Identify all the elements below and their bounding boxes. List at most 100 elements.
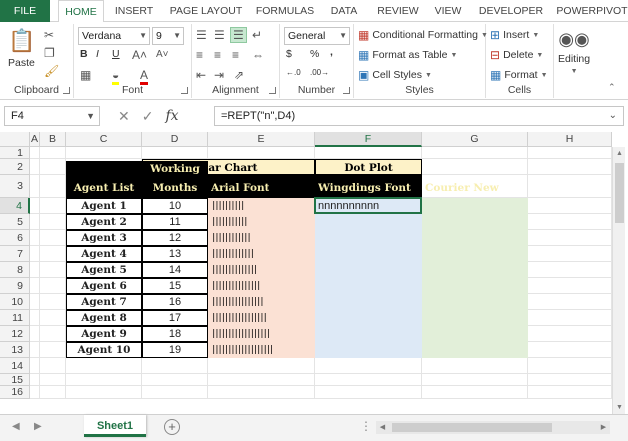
table-row-courier[interactable] — [422, 214, 528, 230]
row-header-7[interactable]: 7 — [0, 246, 30, 262]
tab-view[interactable]: VIEW — [430, 0, 466, 22]
row-header-4[interactable]: 4 — [0, 198, 30, 214]
row-header-10[interactable]: 10 — [0, 294, 30, 310]
table-row-agent[interactable]: Agent 4 — [66, 246, 142, 262]
table-row-months[interactable]: 14 — [142, 262, 208, 278]
table-row-wingdings[interactable] — [315, 230, 422, 246]
fill-color-icon[interactable]: ◒ — [112, 68, 120, 85]
band-dot-plot[interactable]: Dot Plot — [315, 159, 422, 175]
table-row-months[interactable]: 12 — [142, 230, 208, 246]
header-courier-new[interactable]: Courier New — [425, 182, 499, 194]
table-row-courier[interactable] — [422, 198, 528, 214]
tab-home[interactable]: HOME — [58, 0, 104, 23]
table-row-wingdings[interactable] — [315, 326, 422, 342]
formula-input[interactable]: =REPT("n",D4) ⌄ — [214, 106, 624, 126]
table-row-months[interactable]: 18 — [142, 326, 208, 342]
table-row-months[interactable]: 16 — [142, 294, 208, 310]
table-row-courier[interactable] — [422, 310, 528, 326]
active-cell-f4[interactable] — [314, 197, 422, 214]
table-row-agent[interactable]: Agent 1 — [66, 198, 142, 214]
row-header-14[interactable]: 14 — [0, 358, 30, 374]
paste-button[interactable]: 📋 Paste — [8, 28, 35, 69]
tab-insert[interactable]: INSERT — [110, 0, 158, 22]
conditional-formatting-button[interactable]: ▦ Conditional Formatting ▼ — [358, 28, 488, 42]
worksheet-grid[interactable]: A B C D E F G H 1 2 3 4 5 6 7 8 9 10 11 12 13 14 15 16 Bar Chart… — [0, 132, 628, 414]
name-box[interactable]: F4 ▼ — [4, 106, 100, 126]
cancel-icon[interactable]: ✕ — [118, 108, 130, 125]
tab-split-icon[interactable]: ⋮ — [360, 419, 372, 433]
alignment-launcher-icon[interactable] — [269, 87, 276, 94]
tab-developer[interactable]: DEVELOPER — [476, 0, 546, 22]
insert-cells-button[interactable]: ⊞ Insert ▼ — [490, 28, 539, 42]
column-header-d[interactable]: D — [142, 132, 208, 147]
table-row-agent[interactable]: Agent 5 — [66, 262, 142, 278]
table-row-bar[interactable]: |||||||||||||| — [208, 262, 315, 278]
table-row-wingdings[interactable] — [315, 246, 422, 262]
expand-formula-icon[interactable]: ⌄ — [609, 107, 617, 125]
editing-button[interactable]: ◉◉ Editing ▼ — [558, 28, 590, 75]
bold-button[interactable]: B — [80, 48, 88, 60]
vertical-scrollbar[interactable]: ▲ ▼ — [612, 147, 625, 414]
row-header-16[interactable]: 16 — [0, 386, 30, 399]
vertical-scroll-thumb[interactable] — [615, 163, 624, 223]
column-header-c[interactable]: C — [66, 132, 142, 147]
next-sheet-icon[interactable]: ▶ — [34, 421, 42, 432]
delete-cells-button[interactable]: ⊟ Delete ▼ — [490, 48, 543, 62]
align-right-icon[interactable]: ≡ — [232, 48, 239, 62]
increase-decimal-icon[interactable]: ←.0 — [286, 68, 301, 77]
table-row-bar[interactable]: ||||||||||||| — [208, 246, 315, 262]
percent-button[interactable]: % — [310, 48, 319, 60]
table-row-wingdings[interactable] — [315, 214, 422, 230]
decrease-indent-icon[interactable]: ⇤ — [196, 68, 206, 82]
table-row-agent[interactable]: Agent 2 — [66, 214, 142, 230]
horizontal-scroll-thumb[interactable] — [392, 423, 552, 432]
font-name-combo[interactable]: Verdana ▼ — [78, 27, 150, 45]
header-agent-list[interactable]: Agent List — [66, 182, 142, 194]
table-row-months[interactable]: 10 — [142, 198, 208, 214]
scroll-down-icon[interactable]: ▼ — [613, 401, 626, 414]
tab-page-layout[interactable]: PAGE LAYOUT — [166, 0, 246, 22]
row-header-9[interactable]: 9 — [0, 278, 30, 294]
table-row-courier[interactable] — [422, 246, 528, 262]
align-center-icon[interactable]: ≡ — [214, 48, 221, 62]
row-header-13[interactable]: 13 — [0, 342, 30, 358]
scroll-left-icon[interactable]: ◀ — [376, 421, 389, 434]
decrease-decimal-icon[interactable]: .00→ — [310, 68, 329, 77]
table-row-bar[interactable]: |||||||||||||||| — [208, 294, 315, 310]
orientation-icon[interactable]: ⇗ — [234, 68, 244, 82]
row-header-11[interactable]: 11 — [0, 310, 30, 326]
merge-center-icon[interactable]: ⇔ — [252, 48, 264, 62]
table-row-agent[interactable]: Agent 9 — [66, 326, 142, 342]
font-color-icon[interactable]: A — [140, 68, 149, 85]
table-row-courier[interactable] — [422, 326, 528, 342]
grow-font-icon[interactable]: A˄ — [132, 48, 147, 62]
wrap-text-icon[interactable]: ↵ — [252, 28, 262, 42]
table-row-bar[interactable]: ||||||||||||||||||| — [208, 342, 315, 358]
align-top-icon[interactable]: ☰ — [196, 28, 207, 42]
header-wingdings-font[interactable]: Wingdings Font — [318, 182, 411, 194]
table-row-months[interactable]: 17 — [142, 310, 208, 326]
table-row-agent[interactable]: Agent 8 — [66, 310, 142, 326]
table-row-wingdings[interactable] — [315, 262, 422, 278]
table-row-bar[interactable]: ||||||||||||||||| — [208, 310, 315, 326]
row-header-8[interactable]: 8 — [0, 262, 30, 278]
column-header-a[interactable]: A — [30, 132, 40, 147]
table-row-months[interactable]: 19 — [142, 342, 208, 358]
row-header-15[interactable]: 15 — [0, 374, 30, 386]
cell-styles-button[interactable]: ▣ Cell Styles ▼ — [358, 68, 432, 82]
font-size-combo[interactable]: 9 ▼ — [152, 27, 184, 45]
column-header-f[interactable]: F — [315, 132, 422, 147]
row-header-2[interactable]: 2 — [0, 159, 30, 175]
column-header-b[interactable]: B — [40, 132, 66, 147]
align-middle-icon[interactable]: ☰ — [214, 28, 225, 42]
table-row-courier[interactable] — [422, 278, 528, 294]
number-launcher-icon[interactable] — [343, 87, 350, 94]
borders-icon[interactable]: ▦ — [80, 68, 91, 82]
row-header-3[interactable]: 3 — [0, 175, 30, 198]
table-row-courier[interactable] — [422, 262, 528, 278]
select-all-corner[interactable] — [0, 132, 30, 147]
row-header-1[interactable]: 1 — [0, 147, 30, 159]
copy-icon[interactable]: ❐ — [44, 46, 55, 60]
underline-button[interactable]: U — [112, 48, 120, 60]
table-row-agent[interactable]: Agent 3 — [66, 230, 142, 246]
